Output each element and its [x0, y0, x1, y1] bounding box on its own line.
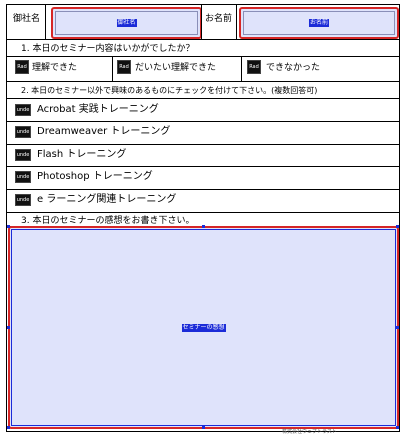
- checkbox-elearning-label: e ラーニング関連トレーニング: [37, 194, 177, 205]
- checkbox-dreamweaver-icon[interactable]: unde: [15, 126, 31, 138]
- name-field-name: お名前: [308, 19, 330, 27]
- checkbox-acrobat-icon[interactable]: unde: [15, 104, 31, 116]
- name-label: お名前: [205, 14, 233, 24]
- checkbox-elearning-icon[interactable]: unde: [15, 194, 31, 206]
- company-field-name: 御社名: [116, 19, 137, 27]
- checkbox-flash-icon[interactable]: unde: [15, 149, 31, 161]
- company-field[interactable]: 御社名: [51, 7, 202, 39]
- impressions-field[interactable]: セミナーの感想: [8, 226, 399, 429]
- checkbox-photoshop-icon[interactable]: unde: [15, 171, 31, 183]
- checkbox-flash-label: Flash トレーニング: [37, 149, 127, 160]
- radio-not-understood-label: できなかった: [266, 63, 321, 73]
- resize-handle-e[interactable]: [396, 326, 399, 329]
- resize-handle-nw[interactable]: [7, 225, 10, 228]
- radio-mostly-icon[interactable]: Rad: [117, 60, 131, 74]
- resize-handle-w[interactable]: [7, 326, 10, 329]
- checkbox-photoshop-label: Photoshop トレーニング: [37, 171, 153, 182]
- footer-text: 株式会社ウェブトラスト: [282, 429, 337, 435]
- resize-handle-sw[interactable]: [7, 426, 10, 429]
- resize-handle-ne[interactable]: [396, 225, 399, 228]
- survey-form: 御社名 御社名 お名前 お名前 1. 本日のセミナー内容はいかがでしたか？ Ra…: [6, 4, 400, 432]
- name-field[interactable]: お名前: [239, 7, 399, 39]
- checkbox-dreamweaver-label: Dreamweaver トレーニング: [37, 126, 171, 137]
- resize-handle-n[interactable]: [202, 225, 205, 228]
- impressions-field-name: セミナーの感想: [181, 323, 226, 332]
- radio-understood-label: 理解できた: [32, 63, 78, 73]
- resize-handle-se[interactable]: [396, 426, 399, 429]
- radio-understood-icon[interactable]: Rad: [15, 60, 29, 74]
- checkbox-acrobat-label: Acrobat 実践トレーニング: [37, 104, 159, 115]
- radio-mostly-label: だいたい理解できた: [135, 63, 217, 73]
- radio-not-understood-icon[interactable]: Rad: [247, 60, 261, 74]
- q2-question: 2. 本日のセミナー以外で興味のあるものにチェックを付けて下さい。(複数回答可): [21, 86, 318, 95]
- q1-question: 1. 本日のセミナー内容はいかがでしたか？: [21, 44, 195, 54]
- company-label: 御社名: [13, 14, 41, 24]
- resize-handle-s[interactable]: [202, 426, 205, 429]
